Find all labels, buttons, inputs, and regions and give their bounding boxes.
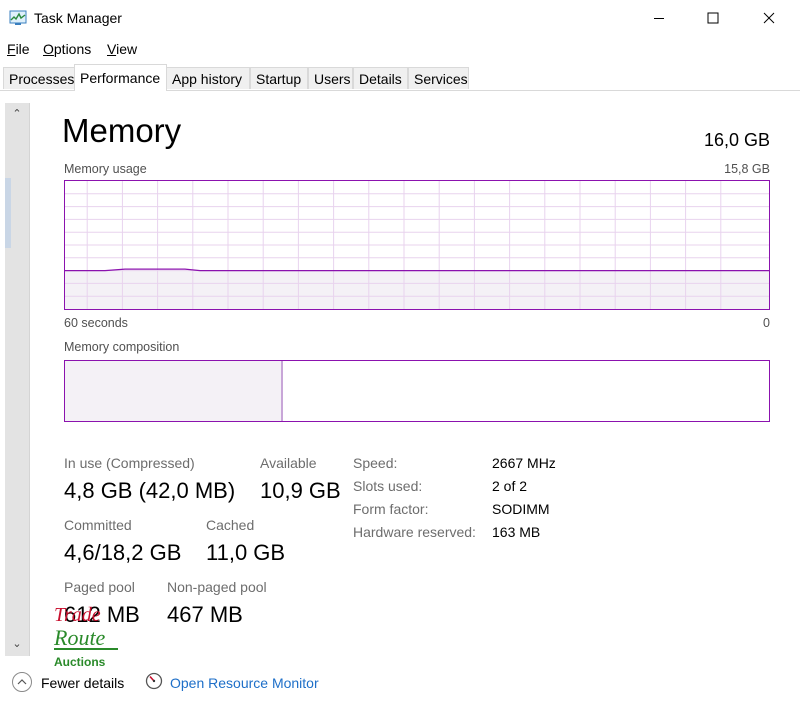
cached-value: 11,0 GB	[206, 540, 286, 565]
maximize-button[interactable]	[690, 0, 736, 36]
usage-graph-canvas	[65, 181, 769, 309]
usage-graph-label: Memory usage	[64, 162, 147, 176]
hardware-reserved-value: 163 MB	[492, 524, 541, 540]
speed-label: Speed:	[353, 455, 398, 471]
close-button[interactable]	[746, 0, 792, 36]
in-use-value: 4,8 GB (42,0 MB)	[64, 478, 236, 503]
open-resource-monitor-link[interactable]: Open Resource Monitor	[170, 675, 319, 691]
tab-strip: Processes Performance App history Startu…	[0, 64, 800, 91]
tab-details[interactable]: Details	[353, 67, 408, 89]
window-title: Task Manager	[34, 10, 122, 26]
slots-value: 2 of 2	[492, 478, 528, 494]
minimize-button[interactable]	[636, 0, 682, 36]
slots-label: Slots used:	[353, 478, 423, 494]
form-factor-value: SODIMM	[492, 501, 550, 517]
tab-performance[interactable]: Performance	[74, 64, 167, 91]
memory-usage-graph	[64, 180, 770, 310]
tab-app-history[interactable]: App history	[166, 67, 250, 89]
scroll-up-icon[interactable]: ⌃	[5, 107, 29, 120]
committed-value: 4,6/18,2 GB	[64, 540, 182, 565]
fewer-details-button[interactable]	[12, 672, 32, 692]
paged-pool-label: Paged pool	[64, 579, 135, 595]
available-label: Available	[260, 455, 317, 471]
memory-total: 16,0 GB	[703, 130, 770, 150]
trade-route-auctions-logo: Trade Route Auctions	[53, 604, 118, 669]
graph-right-axis-label: 0	[763, 316, 770, 330]
form-factor-label: Form factor:	[353, 501, 429, 517]
available-value: 10,9 GB	[260, 478, 341, 503]
tab-startup[interactable]: Startup	[250, 67, 308, 89]
tab-processes[interactable]: Processes	[3, 67, 75, 89]
tab-services[interactable]: Services	[408, 67, 469, 89]
speed-value: 2667 MHz	[492, 455, 556, 471]
in-use-label: In use (Compressed)	[64, 455, 195, 471]
svg-text:Route: Route	[53, 625, 106, 650]
title-bar: Task Manager	[0, 0, 800, 36]
menu-file[interactable]: File	[7, 41, 30, 57]
resource-monitor-icon	[145, 672, 163, 690]
maximize-icon	[707, 12, 719, 24]
composition-in-use-segment	[65, 361, 284, 421]
fewer-details-link[interactable]: Fewer details	[41, 675, 124, 691]
cached-label: Cached	[206, 517, 255, 533]
committed-label: Committed	[64, 517, 132, 533]
scroll-thumb[interactable]	[5, 178, 11, 248]
task-manager-icon	[9, 10, 27, 25]
page-title: Memory	[62, 112, 182, 149]
tab-users[interactable]: Users	[308, 67, 353, 89]
svg-text:Trade: Trade	[54, 604, 101, 626]
menu-bar: File Options View	[0, 38, 800, 60]
menu-view[interactable]: View	[107, 41, 137, 57]
non-paged-pool-label: Non-paged pool	[167, 579, 267, 595]
graph-left-axis-label: 60 seconds	[64, 316, 128, 330]
close-icon	[763, 12, 775, 24]
non-paged-pool-value: 467 MB	[167, 602, 243, 627]
menu-options[interactable]: Options	[43, 41, 91, 57]
chevron-up-icon	[17, 679, 27, 685]
usage-graph-max: 15,8 GB	[724, 162, 770, 176]
scroll-down-icon[interactable]: ⌄	[5, 637, 29, 650]
composition-label: Memory composition	[64, 340, 180, 354]
minimize-icon	[654, 18, 664, 19]
memory-composition-bar	[64, 360, 770, 422]
hardware-reserved-label: Hardware reserved:	[353, 524, 476, 540]
